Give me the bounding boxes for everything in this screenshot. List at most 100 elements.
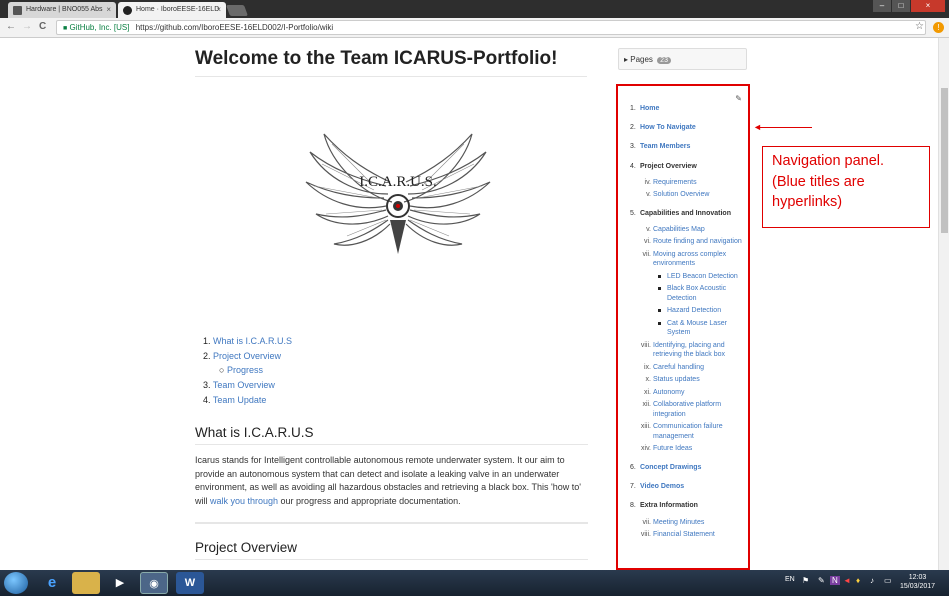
nav-subitem: x. Status updates (640, 375, 748, 385)
toc-link-team-overview[interactable]: Team Overview (213, 380, 275, 390)
toc-item: 4. Team Update (203, 395, 292, 405)
nav-number: 6. (630, 463, 636, 471)
onenote-tray-icon[interactable]: N (830, 576, 840, 585)
network-tray-icon[interactable]: ⚑ (802, 576, 809, 585)
reload-icon[interactable]: C (39, 21, 46, 32)
nav-number: 1. (630, 105, 636, 112)
nav-sub-number: x. (645, 376, 651, 384)
language-indicator[interactable]: EN (785, 576, 795, 583)
display-tray-icon[interactable]: ▭ (884, 576, 892, 585)
nav-bullet-item: Cat & Mouse Laser System (640, 319, 748, 338)
clock-date: 15/03/2017 (900, 583, 936, 590)
page-scrollbar[interactable] (938, 38, 949, 570)
lock-icon: ■ (63, 25, 68, 32)
section-heading-project-overview: Project Overview (195, 540, 588, 560)
address-bar[interactable]: ■ GitHub, Inc. [US] https://github.com/I… (56, 20, 926, 35)
new-tab-button[interactable] (225, 5, 249, 16)
volume-tray-icon[interactable]: ♪ (870, 576, 874, 585)
start-button[interactable] (4, 572, 28, 594)
forward-icon[interactable]: → (22, 21, 32, 32)
tab-home[interactable]: Home · IboroEESE-16ELD × (118, 2, 226, 18)
edit-pencil-icon[interactable]: ✎ (735, 94, 742, 103)
github-icon (123, 6, 132, 15)
nav-link-solution-overview[interactable]: Solution Overview (653, 191, 709, 198)
nav-number: 3. (630, 143, 636, 151)
nav-subitem: vi. Route finding and navigation (640, 237, 748, 247)
nav-link-meeting-minutes[interactable]: Meeting Minutes (653, 519, 704, 526)
pages-toggle[interactable]: ▸ Pages 23 (618, 48, 747, 70)
tab-hardware[interactable]: Hardware | BNO055 Abs × (8, 2, 116, 18)
toc-sub-bullet: ○ (219, 365, 225, 375)
nav-sub-number: xii. (642, 401, 651, 409)
close-window-button[interactable]: × (911, 0, 945, 12)
media-player-icon[interactable]: ▶ (106, 572, 134, 594)
nav-link-cat-mouse-laser[interactable]: Cat & Mouse Laser System (667, 320, 727, 337)
tab-close-icon[interactable]: × (216, 5, 221, 14)
word-icon[interactable]: W (176, 572, 204, 594)
tool-tray-icon[interactable]: ✎ (818, 576, 825, 585)
nav-link-communication-failure[interactable]: Communication failure management (653, 423, 723, 440)
nav-link-home[interactable]: Home (640, 105, 659, 112)
toc-link-project-overview[interactable]: Project Overview (213, 351, 281, 361)
nav-link-hazard-detection[interactable]: Hazard Detection (667, 307, 721, 314)
nav-item-video-demos: 7. Video Demos (630, 482, 748, 492)
tab-close-icon[interactable]: × (106, 5, 111, 14)
nav-item-home: 1. Home (630, 104, 748, 114)
nav-sublist: v. Capabilities Map vi. Route finding and … (640, 225, 748, 454)
nav-link-financial-statement[interactable]: Financial Statement (653, 531, 715, 538)
navigation-list: 1. Home 2. How To Navigate 3. Team Membe… (630, 104, 748, 549)
nav-number: 5. (630, 209, 636, 217)
chrome-icon[interactable]: ◉ (140, 572, 168, 594)
toc-link-team-update[interactable]: Team Update (213, 395, 267, 405)
nav-link-collaborative-platform[interactable]: Collaborative platform integration (653, 401, 721, 418)
file-explorer-icon[interactable] (72, 572, 100, 594)
nav-link-autonomy[interactable]: Autonomy (653, 389, 685, 396)
nav-link-team-members[interactable]: Team Members (640, 143, 690, 150)
nav-link-route-finding[interactable]: Route finding and navigation (653, 238, 742, 245)
nav-sub-number: vii. (642, 518, 651, 526)
toc-item: 2. Project Overview ○ Progress (203, 351, 292, 375)
nav-link-how-to-navigate[interactable]: How To Navigate (640, 124, 696, 131)
toc-link-progress[interactable]: Progress (227, 365, 263, 375)
nav-link-complex-environments[interactable]: Moving across complex environments (653, 251, 726, 268)
toc-item: 3. Team Overview (203, 380, 292, 390)
nav-link-led-beacon[interactable]: LED Beacon Detection (667, 273, 738, 280)
nav-link-future-ideas[interactable]: Future Ideas (653, 445, 692, 452)
browser-window: Hardware | BNO055 Abs × Home · IboroEESE… (0, 0, 949, 596)
internet-explorer-icon[interactable]: e (38, 572, 66, 594)
nav-sub-number: v. (646, 191, 651, 199)
section-paragraph: Icarus stands for Intelligent controllab… (195, 454, 590, 508)
toc-number: 4. (203, 395, 211, 405)
nav-subitem: vii. Moving across complex environments (640, 250, 748, 269)
nav-link-requirements[interactable]: Requirements (653, 179, 697, 186)
tab-strip: Hardware | BNO055 Abs × Home · IboroEESE… (0, 0, 949, 18)
nav-sub-number: xiii. (640, 423, 651, 431)
minimize-button[interactable]: – (873, 0, 891, 12)
flag-tray-icon[interactable]: ◄ (843, 576, 851, 585)
nav-link-video-demos[interactable]: Video Demos (640, 483, 684, 490)
nav-label: Capabilities and Innovation (639, 209, 731, 217)
nav-link-capabilities-map[interactable]: Capabilities Map (653, 226, 705, 233)
toc-number: 3. (203, 380, 211, 390)
nav-item-extra-information: 8. Extra Information (630, 501, 748, 511)
bookmark-star-icon[interactable]: ☆ (915, 21, 924, 32)
shield-tray-icon[interactable]: ♦ (856, 576, 860, 585)
nav-link-careful-handling[interactable]: Careful handling (653, 364, 704, 371)
nav-link-status-updates[interactable]: Status updates (653, 376, 700, 383)
nav-link-black-box[interactable]: Identifying, placing and retrieving the … (653, 342, 725, 359)
system-clock[interactable]: 12:03 15/03/2017 (900, 573, 935, 591)
back-icon[interactable]: ← (6, 21, 16, 32)
nav-link-black-box-acoustic[interactable]: Black Box Acoustic Detection (667, 285, 726, 302)
nav-sub-number: vii. (642, 250, 651, 258)
paragraph-text: our progress and appropriate documentati… (278, 495, 461, 506)
extension-icon[interactable]: ! (933, 22, 944, 33)
maximize-button[interactable]: □ (892, 0, 910, 12)
nav-bullet-item: Black Box Acoustic Detection (640, 284, 748, 303)
walk-you-through-link[interactable]: walk you through (210, 496, 278, 506)
toc-link-what-is-icarus[interactable]: What is I.C.A.R.U.S (213, 336, 292, 346)
nav-number: 7. (630, 483, 636, 491)
scrollbar-thumb[interactable] (941, 88, 948, 233)
nav-link-concept-drawings[interactable]: Concept Drawings (640, 464, 701, 471)
nav-item-project-overview: 4. Project Overview (630, 162, 748, 172)
pages-label: Pages (630, 55, 653, 64)
